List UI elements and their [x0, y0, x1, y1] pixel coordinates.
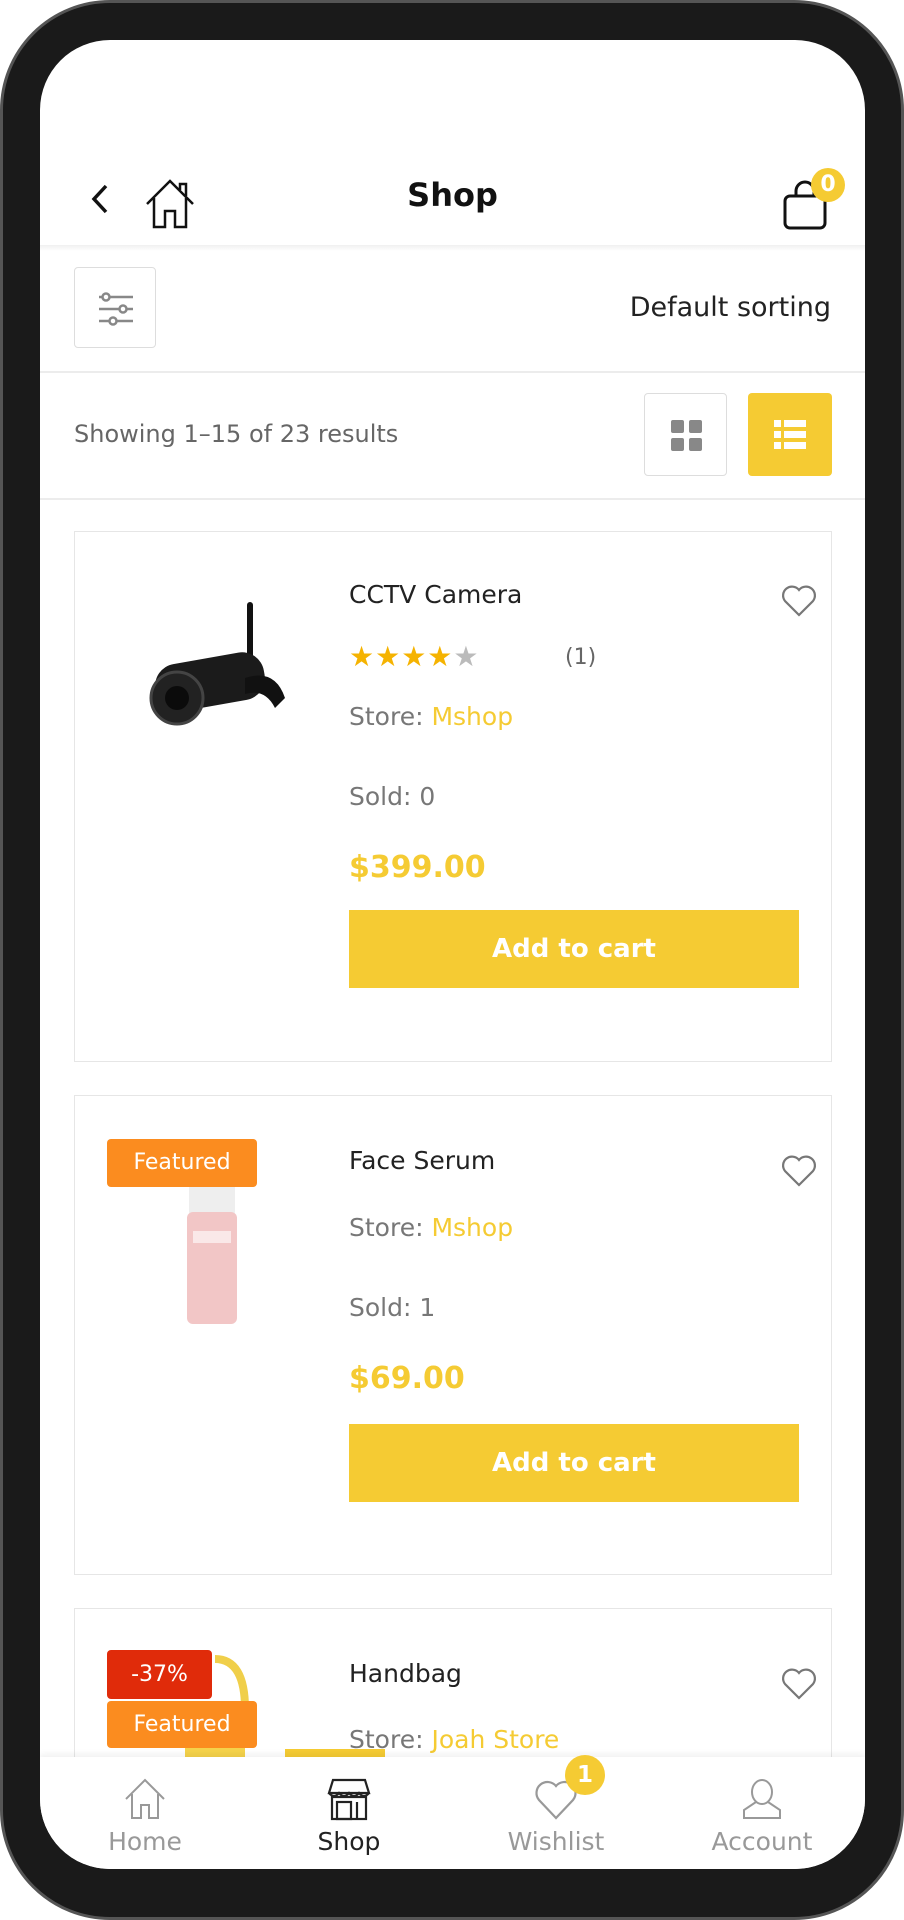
sold-count: Sold: 0	[349, 782, 436, 811]
user-icon	[743, 1778, 781, 1819]
product-title[interactable]: CCTV Camera	[349, 580, 522, 609]
nav-item-shop[interactable]: Shop	[246, 1757, 452, 1856]
featured-badge: Featured	[107, 1139, 257, 1187]
nav-label: Account	[711, 1827, 813, 1856]
nav-label: Shop	[317, 1827, 381, 1856]
heart-icon[interactable]	[781, 1154, 817, 1188]
cart-count-badge: 0	[811, 168, 845, 202]
product-card: Featured Face Serum Store: Mshop Sold: 1…	[74, 1095, 832, 1575]
store-label: Store:	[349, 1725, 432, 1754]
phone-frame: Shop 0 Default sorting Showing 1–15 of 2…	[0, 0, 904, 1920]
store-info: Store: Joah Store	[349, 1725, 559, 1754]
results-count: Showing 1–15 of 23 results	[74, 420, 399, 448]
screen: Shop 0 Default sorting Showing 1–15 of 2…	[40, 40, 865, 1869]
product-image-cctv-camera[interactable]	[135, 598, 295, 748]
featured-badge: Featured	[107, 1701, 257, 1748]
divider	[40, 498, 865, 500]
sliders-icon	[99, 292, 133, 326]
product-price: $69.00	[349, 1361, 465, 1396]
home-icon	[125, 1778, 165, 1819]
add-to-cart-button[interactable]: Add to cart	[349, 1424, 799, 1502]
bottom-nav: Home Shop 1 Wishlist Account	[40, 1755, 865, 1869]
nav-item-account[interactable]: Account	[659, 1757, 865, 1856]
store-label: Store:	[349, 702, 432, 731]
grid-view-button[interactable]	[644, 393, 727, 476]
discount-badge: -37%	[107, 1650, 212, 1699]
wishlist-count-badge: 1	[565, 1755, 605, 1795]
divider	[40, 371, 865, 373]
page-title: Shop	[407, 176, 498, 214]
heart-icon[interactable]	[781, 1667, 817, 1701]
store-link[interactable]: Mshop	[431, 1213, 513, 1242]
product-title[interactable]: Handbag	[349, 1659, 462, 1688]
filter-button[interactable]	[74, 267, 156, 348]
nav-label: Wishlist	[507, 1827, 605, 1856]
nav-item-home[interactable]: Home	[42, 1757, 248, 1856]
store-label: Store:	[349, 1213, 432, 1242]
store-link[interactable]: Joah Store	[431, 1725, 559, 1754]
store-link[interactable]: Mshop	[431, 702, 513, 731]
store-info: Store: Mshop	[349, 702, 513, 731]
nav-label: Home	[108, 1827, 182, 1856]
header-divider	[40, 245, 865, 251]
grid-icon	[671, 420, 702, 451]
cart-button[interactable]: 0	[781, 168, 845, 234]
sort-dropdown[interactable]: Default sorting	[630, 292, 831, 323]
product-image-face-serum[interactable]	[185, 1176, 239, 1326]
star-rating: ★★★★★	[349, 640, 480, 673]
list-icon	[774, 420, 806, 449]
store-info: Store: Mshop	[349, 1213, 513, 1242]
product-price: $399.00	[349, 850, 486, 885]
add-to-cart-button[interactable]: Add to cart	[349, 910, 799, 988]
list-view-button[interactable]	[748, 393, 832, 476]
review-count: (1)	[565, 645, 597, 670]
sold-count: Sold: 1	[349, 1293, 436, 1322]
store-icon	[327, 1778, 371, 1821]
product-card: CCTV Camera ★★★★★ (1) Store: Mshop Sold:…	[74, 531, 832, 1062]
product-title[interactable]: Face Serum	[349, 1146, 495, 1175]
heart-icon[interactable]	[781, 584, 817, 618]
nav-item-wishlist[interactable]: 1 Wishlist	[453, 1755, 659, 1856]
